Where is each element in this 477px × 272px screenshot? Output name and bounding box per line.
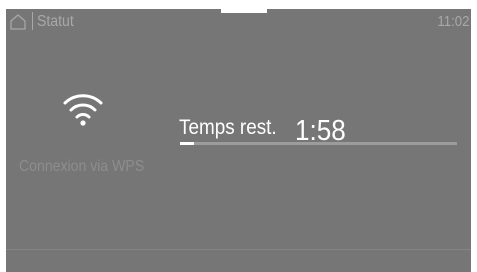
page-title: Statut <box>37 13 74 30</box>
progress-bar <box>180 142 457 145</box>
wifi-icon[interactable] <box>61 89 105 127</box>
clock: 11:02 <box>436 13 469 30</box>
home-icon[interactable] <box>9 13 27 31</box>
header-bar: Statut 11:02 <box>6 9 471 37</box>
wps-connection-label: Connexion via WPS <box>19 158 145 175</box>
status-screen: Statut 11:02 Connexion via WPS Temps res… <box>6 9 471 272</box>
progress-fill <box>180 142 194 145</box>
header-separator <box>32 12 33 30</box>
top-indicator <box>221 9 267 13</box>
remaining-time-label: Temps rest. <box>179 116 277 139</box>
bottom-divider <box>6 249 471 250</box>
